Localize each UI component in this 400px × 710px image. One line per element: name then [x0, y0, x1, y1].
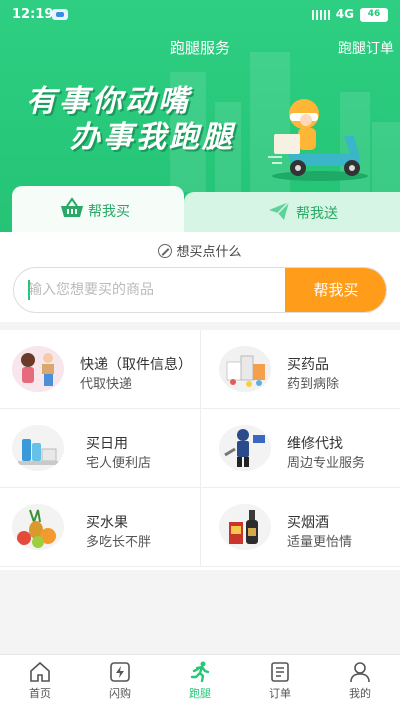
search-box: 帮我买 — [13, 267, 387, 313]
service-title: 快递（取件信息） — [80, 357, 192, 373]
search-hint: 想买点什么 — [0, 241, 400, 260]
tab-help-me-buy[interactable]: 帮我买 — [12, 186, 184, 232]
tab-label: 帮我买 — [88, 204, 130, 220]
mode-tabs: 帮我买 帮我送 — [0, 186, 400, 232]
fruit-icon — [12, 504, 64, 550]
service-subtitle: 周边专业服务 — [287, 456, 366, 471]
status-time: 12:19 — [12, 7, 54, 22]
battery-icon: 46 — [360, 8, 388, 22]
service-daily-goods[interactable]: 买日用 宅人便利店 — [0, 409, 200, 488]
app-notification-icon — [52, 9, 68, 20]
nav-label: 首页 — [29, 687, 51, 700]
medicine-icon — [219, 346, 271, 392]
tab-label: 帮我送 — [296, 206, 338, 222]
nav-profile[interactable]: 我的 — [320, 655, 400, 710]
nav-label: 跑腿 — [189, 687, 211, 700]
service-grid: 快递（取件信息） 代取快递 买药品 药到病除 买日用 宅人便利店 维修代找 周边… — [0, 330, 400, 570]
nav-label: 闪购 — [109, 687, 131, 700]
service-subtitle: 药到病除 — [287, 377, 340, 392]
text-cursor — [28, 280, 30, 300]
service-liquor[interactable]: 买烟酒 适量更怡情 — [200, 488, 400, 567]
banner-slogan-2: 办事我跑腿 — [70, 120, 235, 155]
nav-home[interactable]: 首页 — [0, 655, 80, 710]
paper-plane-icon — [269, 201, 290, 220]
service-subtitle: 适量更怡情 — [287, 535, 353, 550]
network-type: 4G — [335, 7, 354, 21]
service-repair[interactable]: 维修代找 周边专业服务 — [200, 409, 400, 488]
building-decoration — [372, 122, 400, 192]
nav-label: 订单 — [269, 687, 291, 700]
nav-orders[interactable]: 订单 — [240, 655, 320, 710]
liquor-icon — [219, 504, 271, 550]
signal-icon — [312, 10, 330, 20]
profile-icon — [350, 662, 370, 683]
courier-icon — [12, 346, 64, 392]
status-bar: 12:19 4G 46 — [0, 0, 400, 30]
service-title: 买烟酒 — [287, 515, 329, 531]
search-panel: 想买点什么 帮我买 — [0, 232, 400, 322]
service-medicine[interactable]: 买药品 药到病除 — [200, 330, 400, 409]
daily-goods-icon — [12, 425, 64, 471]
pencil-icon — [158, 244, 173, 258]
nav-errand[interactable]: 跑腿 — [160, 655, 240, 710]
search-hint-text: 想买点什么 — [176, 245, 242, 260]
service-subtitle: 宅人便利店 — [86, 456, 152, 471]
help-me-buy-button[interactable]: 帮我买 — [285, 268, 386, 312]
home-icon — [30, 661, 50, 682]
bottom-nav: 首页 闪购 跑腿 订单 我的 — [0, 654, 400, 710]
service-title: 买药品 — [287, 357, 329, 373]
repairman-icon — [219, 425, 271, 471]
basket-icon — [61, 197, 83, 217]
service-title: 维修代找 — [287, 436, 343, 452]
flash-sale-icon — [110, 662, 130, 682]
service-title: 买日用 — [86, 436, 128, 452]
nav-flash-sale[interactable]: 闪购 — [80, 655, 160, 710]
service-title: 买水果 — [86, 515, 128, 531]
service-fruit[interactable]: 买水果 多吃长不胖 — [0, 488, 200, 567]
nav-label: 我的 — [349, 687, 371, 700]
runner-icon — [190, 661, 210, 683]
search-input[interactable] — [14, 268, 284, 312]
service-courier[interactable]: 快递（取件信息） 代取快递 — [0, 330, 200, 409]
orders-icon — [271, 662, 289, 682]
tab-help-me-send[interactable]: 帮我送 — [184, 192, 400, 232]
service-subtitle: 代取快递 — [80, 377, 133, 392]
errand-orders-link[interactable]: 跑腿订单 — [338, 38, 394, 58]
service-subtitle: 多吃长不胖 — [86, 535, 152, 550]
delivery-scooter-icon — [268, 99, 368, 181]
